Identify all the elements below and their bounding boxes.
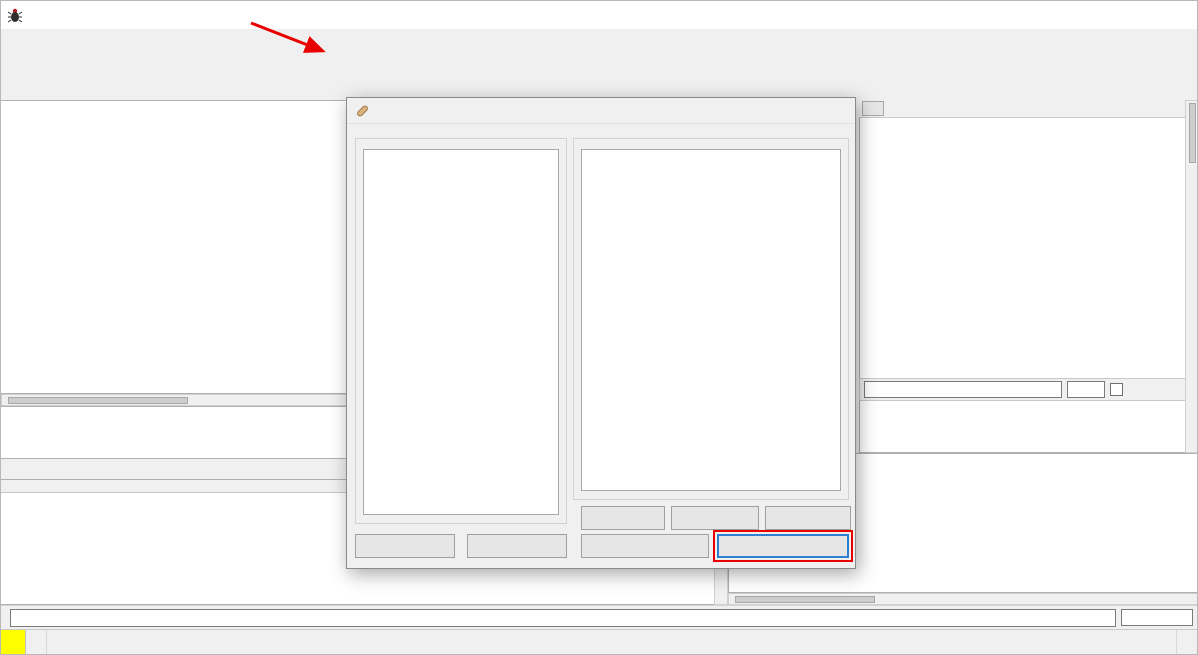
modules-group [355, 138, 567, 524]
scroll-thumb[interactable] [735, 595, 875, 603]
registers-panel [859, 118, 1186, 378]
x32dbg-window [0, 0, 1198, 655]
register-vscrollbar[interactable] [1185, 100, 1197, 453]
patches-group [573, 138, 849, 500]
close-button[interactable] [1147, 2, 1191, 28]
patch-icon [355, 103, 370, 118]
deselect-all-button[interactable] [671, 506, 759, 530]
debug-state-badge [1, 630, 26, 654]
calling-convention-select[interactable] [864, 381, 1062, 398]
titlebar [1, 1, 1197, 29]
scroll-thumb[interactable] [8, 396, 188, 404]
select-group-button[interactable] [581, 534, 709, 558]
statusbar [1, 629, 1197, 654]
status-message [26, 630, 47, 654]
patch-dialog [346, 97, 856, 569]
unlock-checkbox[interactable] [1110, 383, 1123, 396]
arguments-panel [859, 401, 1186, 453]
select-all-button[interactable] [581, 506, 665, 530]
menubar [1, 29, 1197, 52]
command-profile-select[interactable] [1121, 609, 1193, 626]
register-panel-header [859, 100, 1197, 118]
scroll-thumb[interactable] [1188, 103, 1196, 163]
stack-hscrollbar[interactable] [728, 593, 1197, 605]
hide-fpu-button[interactable] [862, 101, 884, 116]
module-list [363, 149, 559, 515]
patch-file-button[interactable] [713, 530, 853, 562]
toolbar [1, 52, 1197, 80]
command-bar [1, 605, 1197, 629]
restore-selection-button[interactable] [765, 506, 851, 530]
import-button[interactable] [355, 534, 455, 558]
dump-header-address [1, 480, 113, 492]
app-bug-icon [7, 8, 23, 23]
patch-list [581, 149, 841, 491]
debug-time [1176, 630, 1197, 654]
command-input[interactable] [10, 608, 1116, 627]
minimize-button[interactable] [1103, 2, 1147, 28]
arg-count-stepper[interactable] [1067, 381, 1105, 398]
calling-convention-bar [859, 378, 1186, 401]
patch-dialog-titlebar [347, 98, 855, 124]
export-button[interactable] [467, 534, 567, 558]
